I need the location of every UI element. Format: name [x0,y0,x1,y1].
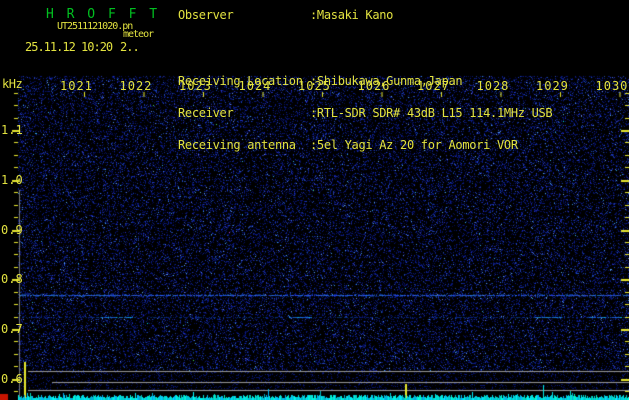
y-tick-label-1.1: 1.1 [1,123,23,137]
x-tick-label-1029: 1029 [536,79,569,93]
y-tick-label-0.6: 0.6 [1,371,23,386]
info-value: :5el Yagi Az 20 for Aomori VOR [310,138,518,152]
y-tick-label-0.9: 0.9 [1,222,23,237]
filename-overlay-label: meteor [123,29,154,40]
y-tick-label-1.0: 1.0 [1,172,23,187]
info-label: Observer [178,8,234,22]
x-tick-label-1021: 1021 [60,79,93,93]
hrofft-screen: H R O F F T UT2511121020.pn meteor 25.11… [0,0,629,400]
info-label: Receiving antenna [178,138,296,152]
x-tick-label-1025: 1025 [298,79,331,93]
info-value: :Masaki Kano [310,8,394,22]
capture-filename: UT2511121020.pn [57,21,133,32]
station-info: Observer :Masaki Kano Receiving Location… [0,0,553,152]
x-tick-label-1026: 1026 [357,79,391,93]
capture-counter: 2.. [120,40,140,54]
x-tick-label-1022: 1022 [119,79,153,93]
spectrogram-canvas [0,0,629,400]
x-tick-label-1028: 1028 [476,79,510,93]
x-tick-label-1030: 1030 [595,79,629,93]
x-tick-label-1024: 1024 [238,79,272,93]
app-title: H R O F F T [46,7,160,22]
x-tick-label-1027: 1027 [417,79,450,93]
info-label: Receiver [178,106,234,120]
y-axis-unit-label: kHz [2,77,23,91]
y-tick-label-0.7: 0.7 [1,322,23,336]
x-tick-label-1023: 1023 [179,79,212,93]
info-value: :RTL-SDR SDR# 43dB L15 114.1MHz USB [310,106,553,120]
y-tick-label-0.8: 0.8 [1,272,23,287]
